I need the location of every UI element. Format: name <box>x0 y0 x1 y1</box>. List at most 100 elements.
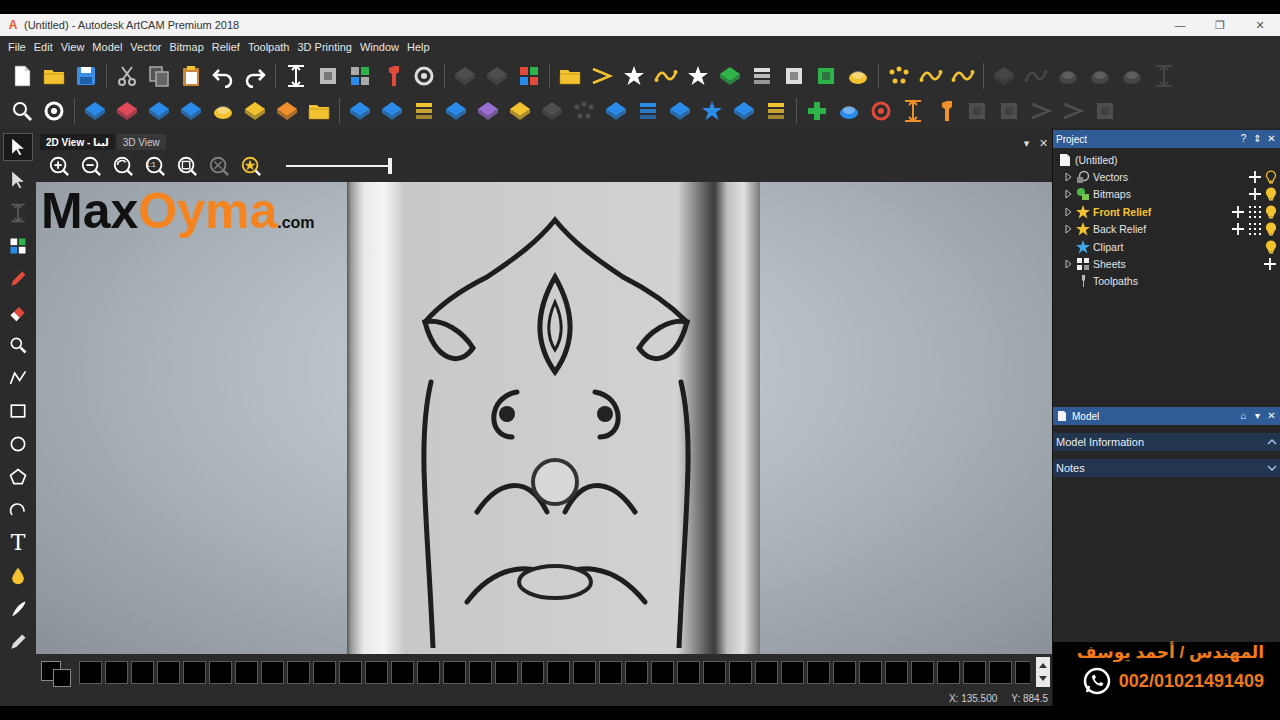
tool-button[interactable] <box>4 563 32 589</box>
toolbar-button[interactable] <box>916 61 946 91</box>
toolbar-button[interactable] <box>112 61 142 91</box>
add-icon[interactable] <box>1231 205 1245 219</box>
toolbar-button[interactable] <box>715 61 745 91</box>
toolbar-button[interactable] <box>537 96 567 126</box>
view-tab[interactable]: 2D View - لبنا <box>40 134 115 150</box>
toolbar-button[interactable] <box>71 61 101 91</box>
toolbar-button[interactable] <box>473 96 503 126</box>
menu-item[interactable]: Toolpath <box>244 41 294 53</box>
toolbar-button[interactable] <box>962 96 992 126</box>
toolbar-button[interactable] <box>747 61 777 91</box>
color-swatch[interactable] <box>599 661 622 684</box>
toolbar-button[interactable] <box>683 61 713 91</box>
toolbar-button[interactable] <box>482 61 512 91</box>
color-swatch[interactable] <box>417 661 440 684</box>
toolbar-button[interactable] <box>345 61 375 91</box>
toolbar-button[interactable] <box>144 96 174 126</box>
toolbar-button[interactable] <box>843 61 873 91</box>
color-swatch[interactable] <box>989 661 1012 684</box>
add-icon[interactable] <box>1248 187 1262 201</box>
add-icon[interactable] <box>1231 222 1245 236</box>
toolbar-button[interactable] <box>697 96 727 126</box>
view-control-button[interactable]: ▾ <box>1020 137 1033 150</box>
toolbar-button[interactable] <box>80 96 110 126</box>
color-swatch[interactable] <box>365 661 388 684</box>
toolbar-button[interactable] <box>176 96 206 126</box>
menu-item[interactable]: Window <box>356 41 403 53</box>
tool-button[interactable] <box>4 629 32 655</box>
color-swatch[interactable] <box>1015 661 1030 684</box>
color-swatch[interactable] <box>313 661 336 684</box>
color-swatch[interactable] <box>157 661 180 684</box>
tree-item[interactable]: Bitmaps <box>1053 186 1280 203</box>
secondary-color[interactable] <box>53 669 71 687</box>
color-swatch[interactable] <box>729 661 752 684</box>
toolbar-button[interactable] <box>208 61 238 91</box>
toolbar-button[interactable] <box>377 96 407 126</box>
toolbar-button[interactable] <box>811 61 841 91</box>
toolbar-button[interactable] <box>313 61 343 91</box>
color-swatch[interactable] <box>105 661 128 684</box>
toolbar-button[interactable] <box>989 61 1019 91</box>
palette-scroll[interactable] <box>1036 657 1050 687</box>
zoom-actual-button[interactable]: 1:1 <box>142 153 168 179</box>
tree-item[interactable]: Back Relief <box>1053 221 1280 238</box>
toolbar-button[interactable] <box>272 96 302 126</box>
lightbulb-icon[interactable] <box>1265 240 1277 254</box>
panel-header-button[interactable]: ⌂ <box>1238 411 1249 421</box>
toolbar-button[interactable] <box>729 96 759 126</box>
window-control-button[interactable]: — <box>1160 14 1200 36</box>
slider-knob[interactable] <box>388 158 392 174</box>
color-swatch[interactable] <box>859 661 882 684</box>
tool-button[interactable] <box>4 167 32 193</box>
tool-button[interactable] <box>4 233 32 259</box>
toolbar-button[interactable] <box>505 96 535 126</box>
toolbar-button[interactable] <box>144 61 174 91</box>
toolbar-button[interactable] <box>39 96 69 126</box>
toolbar-button[interactable] <box>39 61 69 91</box>
expander[interactable] <box>1063 208 1073 216</box>
color-swatch[interactable] <box>755 661 778 684</box>
toolbar-button[interactable] <box>1117 61 1147 91</box>
toolbar-button[interactable] <box>441 96 471 126</box>
zoom-in-button[interactable] <box>46 153 72 179</box>
toolbar-button[interactable] <box>7 96 37 126</box>
color-swatch[interactable] <box>209 661 232 684</box>
menu-item[interactable]: Vector <box>126 41 165 53</box>
color-swatch[interactable] <box>885 661 908 684</box>
zoom-clear-button[interactable] <box>206 153 232 179</box>
toolbar-button[interactable] <box>176 61 206 91</box>
toolbar-button[interactable] <box>208 96 238 126</box>
zoom-box-button[interactable] <box>174 153 200 179</box>
color-swatch[interactable] <box>625 661 648 684</box>
add-icon[interactable] <box>1248 170 1262 184</box>
tree-item[interactable]: (Untitled) <box>1053 151 1280 168</box>
color-swatch[interactable] <box>833 661 856 684</box>
menu-item[interactable]: 3D Printing <box>293 41 355 53</box>
view-control-button[interactable]: ✕ <box>1037 137 1050 150</box>
toolbar-button[interactable] <box>1053 61 1083 91</box>
toolbar-button[interactable] <box>1149 61 1179 91</box>
color-swatch[interactable] <box>261 661 284 684</box>
lightbulb-icon[interactable] <box>1265 205 1277 219</box>
toolbar-button[interactable] <box>304 96 334 126</box>
view-tab[interactable]: 3D View <box>117 134 166 150</box>
menu-item[interactable]: View <box>57 41 89 53</box>
grid-icon[interactable] <box>1248 222 1262 236</box>
panel-header-button[interactable]: ✕ <box>1266 411 1277 421</box>
toolbar-button[interactable] <box>569 96 599 126</box>
grid-icon[interactable] <box>1248 205 1262 219</box>
menu-item[interactable]: Model <box>88 41 126 53</box>
menu-item[interactable]: Bitmap <box>166 41 208 53</box>
color-swatch[interactable] <box>547 661 570 684</box>
expander[interactable] <box>1063 225 1073 233</box>
toolbar-button[interactable] <box>866 96 896 126</box>
toolbar-button[interactable] <box>1090 96 1120 126</box>
color-swatch[interactable] <box>131 661 154 684</box>
current-colors[interactable] <box>39 657 73 687</box>
toolbar-button[interactable] <box>619 61 649 91</box>
tool-button[interactable]: T <box>4 530 32 556</box>
panel-header-button[interactable]: ✕ <box>1266 134 1277 144</box>
panel-header-button[interactable]: ⇕ <box>1252 134 1263 144</box>
toolbar-button[interactable] <box>1085 61 1115 91</box>
